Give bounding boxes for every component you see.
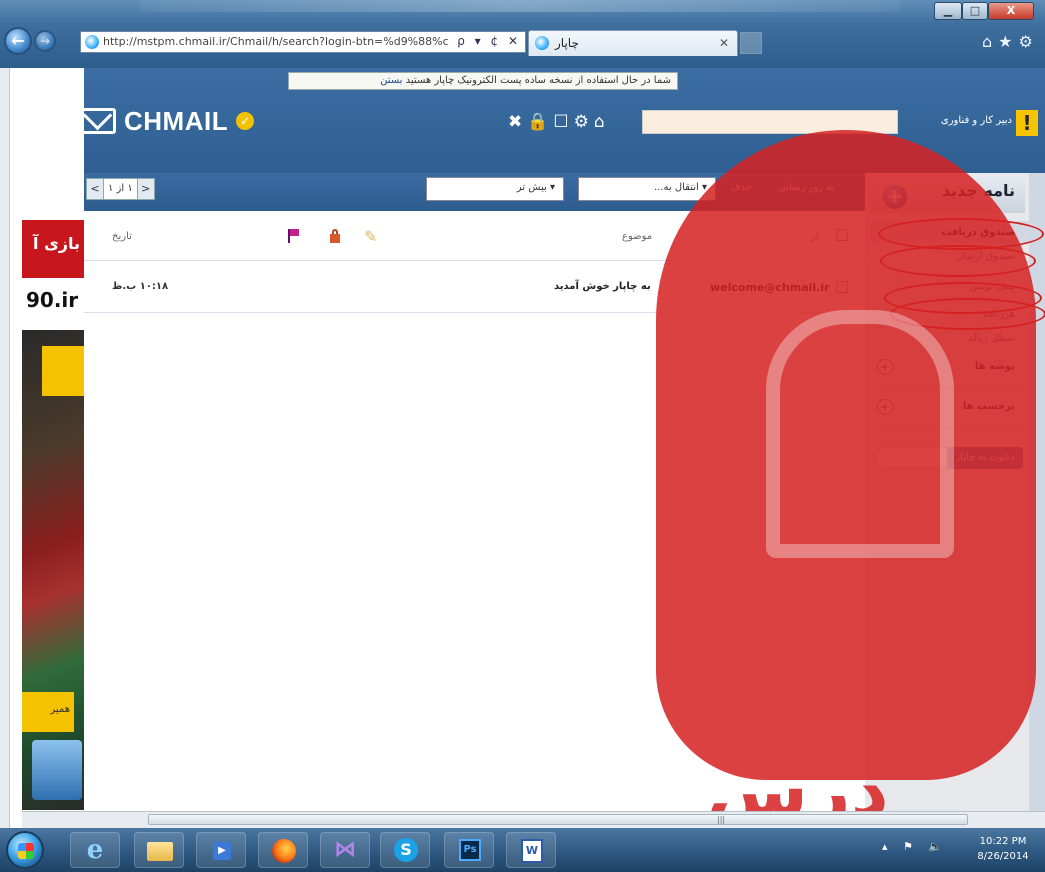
taskbar-visual-studio-icon[interactable]: ⋈	[320, 832, 370, 868]
site-favicon-icon	[85, 35, 99, 49]
forward-button[interactable]: →	[34, 30, 56, 52]
taskbar: e ▶ ⋈ S Ps W ▴ ⚑ 🔈 10:22 PM 8/26/2014	[0, 828, 1045, 872]
row-date: ۱۰:۱۸ ب.ظ	[112, 281, 169, 292]
delete-button[interactable]: حذف	[730, 182, 752, 193]
tab-close-icon[interactable]: ✕	[719, 36, 729, 50]
ad-image[interactable]: همیر	[22, 330, 84, 810]
back-button[interactable]: ←	[4, 27, 32, 55]
maximize-button[interactable]: □	[962, 2, 988, 20]
compose-label: نامه جدید	[941, 181, 1015, 200]
ad-banner[interactable]: بازی آ	[22, 220, 84, 278]
taskbar-ie-icon[interactable]: e	[70, 832, 120, 868]
sidebar-item-trash[interactable]: سطل زباله	[969, 333, 1015, 344]
scrollbar-thumb[interactable]: |||	[148, 814, 968, 825]
row-subject[interactable]: به چاپار خوش آمدید	[554, 281, 651, 292]
ad-phone-image	[32, 740, 82, 800]
sidebar-item-folders[interactable]: پوشه ها	[975, 361, 1015, 372]
titlebar-glare	[140, 0, 900, 12]
taskbar-media-icon[interactable]: ▶	[196, 832, 246, 868]
select-all-checkbox[interactable]	[836, 229, 848, 241]
mail-list-header: تاریخ ✎ موضوع از	[84, 211, 865, 261]
new-tab-button[interactable]	[740, 32, 762, 54]
invite-row: دعوت به چاپار	[875, 447, 1023, 469]
taskbar-clock[interactable]: 10:22 PM 8/26/2014	[968, 834, 1038, 864]
invite-email-input[interactable]	[875, 447, 953, 469]
sidebar-item-drafts[interactable]: پیش نویس	[970, 281, 1015, 292]
sidebar-item-sent[interactable]: صندوق ارسال	[956, 251, 1015, 262]
plain-version-notice: شما در حال استفاده از نسخه ساده پست الکت…	[288, 72, 678, 90]
chmail-header: شما در حال استفاده از نسخه ساده پست الکت…	[22, 68, 1045, 173]
attachment-icon[interactable]: ✎	[364, 227, 377, 246]
invite-button[interactable]: دعوت به چاپار	[947, 447, 1023, 469]
flag-icon[interactable]	[288, 229, 300, 243]
address-url[interactable]: http://mstpm.chmail.ir/Chmail/h/search?l…	[103, 35, 449, 48]
row-checkbox[interactable]	[836, 281, 848, 293]
pager-prev-button[interactable]: <	[86, 178, 104, 200]
plus-icon: +	[883, 185, 907, 209]
taskbar-skype-icon[interactable]: S	[380, 832, 430, 868]
priority-lock-icon[interactable]	[330, 229, 340, 243]
browser-tab-chapar[interactable]: چاپار ✕	[528, 30, 738, 56]
windows-logo-icon	[18, 843, 34, 859]
column-subject[interactable]: موضوع	[622, 231, 652, 242]
address-actions[interactable]: ρ ▾ ¢ ✕	[457, 34, 521, 48]
more-actions-select[interactable]: ▾ بیش تر	[426, 177, 564, 201]
tab-title: چاپار	[555, 36, 579, 50]
pager-next-button[interactable]: >	[136, 178, 155, 200]
mail-list: تاریخ ✎ موضوع از ۱۰:۱۸ ب.ظ به چاپار خوش …	[84, 211, 865, 811]
chmail-logo[interactable]: CHMAIL ✓	[80, 104, 255, 138]
taskbar-photoshop-icon[interactable]: Ps	[444, 832, 494, 868]
clock-time: 10:22 PM	[979, 836, 1027, 847]
sidebar-divider	[879, 427, 1025, 428]
mail-toolbar: < ۱ از ۱ > ▾ بیش تر ▾ انتقال به... حذف ب…	[22, 173, 865, 211]
table-row[interactable]: ۱۰:۱۸ ب.ظ به چاپار خوش آمدید welcome@chm…	[84, 261, 865, 313]
taskbar-word-icon[interactable]: W	[506, 832, 556, 868]
pager: < ۱ از ۱ >	[86, 177, 155, 201]
browser-home-favorites-settings-icons[interactable]: ⌂★⚙	[982, 32, 1039, 51]
sidebar-item-labels[interactable]: برچسب ها	[963, 401, 1015, 412]
horizontal-scrollbar[interactable]: |||	[22, 811, 1045, 828]
sidebar-item-inbox[interactable]: صندوق دریافت	[941, 227, 1015, 238]
close-window-button[interactable]: X	[988, 2, 1034, 20]
logo-text: CHMAIL	[124, 105, 229, 136]
move-to-select[interactable]: ▾ انتقال به...	[578, 177, 716, 201]
refresh-button[interactable]: به روز رسانی	[778, 182, 834, 193]
notice-text: شما در حال استفاده از نسخه ساده پست الکت…	[405, 75, 671, 86]
clock-date: 8/26/2014	[977, 851, 1029, 862]
verified-badge-icon: ✓	[236, 112, 255, 130]
ad-product-image	[42, 346, 84, 396]
address-bar[interactable]: http://mstpm.chmail.ir/Chmail/h/search?l…	[80, 31, 526, 53]
ad-bottom-banner[interactable]: همیر	[22, 692, 74, 732]
compose-button[interactable]: + نامه جدید	[871, 173, 1025, 213]
scrollbar-grip-icon: |||	[717, 815, 726, 824]
search-input[interactable]	[642, 110, 898, 134]
taskbar-explorer-icon[interactable]	[134, 832, 184, 868]
sidebar-divider	[879, 387, 1025, 388]
minimize-button[interactable]: ▁	[934, 2, 962, 20]
add-label-icon[interactable]: +	[877, 399, 893, 415]
browser-toolbar: ▁ □ X ← → http://mstpm.chmail.ir/Chmail/…	[0, 0, 1045, 68]
user-area[interactable]: دبیر کار و فناوری !	[906, 110, 1042, 136]
user-name[interactable]: دبیر کار و فناوری	[941, 115, 1012, 126]
system-tray-icons[interactable]: ▴ ⚑ 🔈	[882, 840, 948, 853]
ad-domain[interactable]: 90.ir	[22, 288, 84, 318]
row-from[interactable]: welcome@chmail.ir	[710, 281, 830, 294]
left-scrollbar[interactable]	[0, 68, 10, 828]
sidebar-item-spam[interactable]: هرزنامه	[983, 309, 1015, 320]
column-date[interactable]: تاریخ	[112, 231, 132, 242]
add-folder-icon[interactable]: +	[877, 359, 893, 375]
alert-icon[interactable]: !	[1016, 110, 1038, 136]
pager-text: ۱ از ۱	[104, 178, 137, 200]
start-button[interactable]	[6, 831, 44, 869]
envelope-icon	[80, 108, 116, 134]
tab-favicon-icon	[535, 36, 549, 50]
taskbar-firefox-icon[interactable]	[258, 832, 308, 868]
notice-close-link[interactable]: بستن	[380, 75, 402, 86]
column-from[interactable]: از	[811, 231, 819, 242]
header-tool-icons[interactable]: ✖🔒☐⚙⌂	[508, 112, 610, 132]
sidebar: + نامه جدید صندوق دریافت صندوق ارسال پیش…	[865, 173, 1029, 811]
